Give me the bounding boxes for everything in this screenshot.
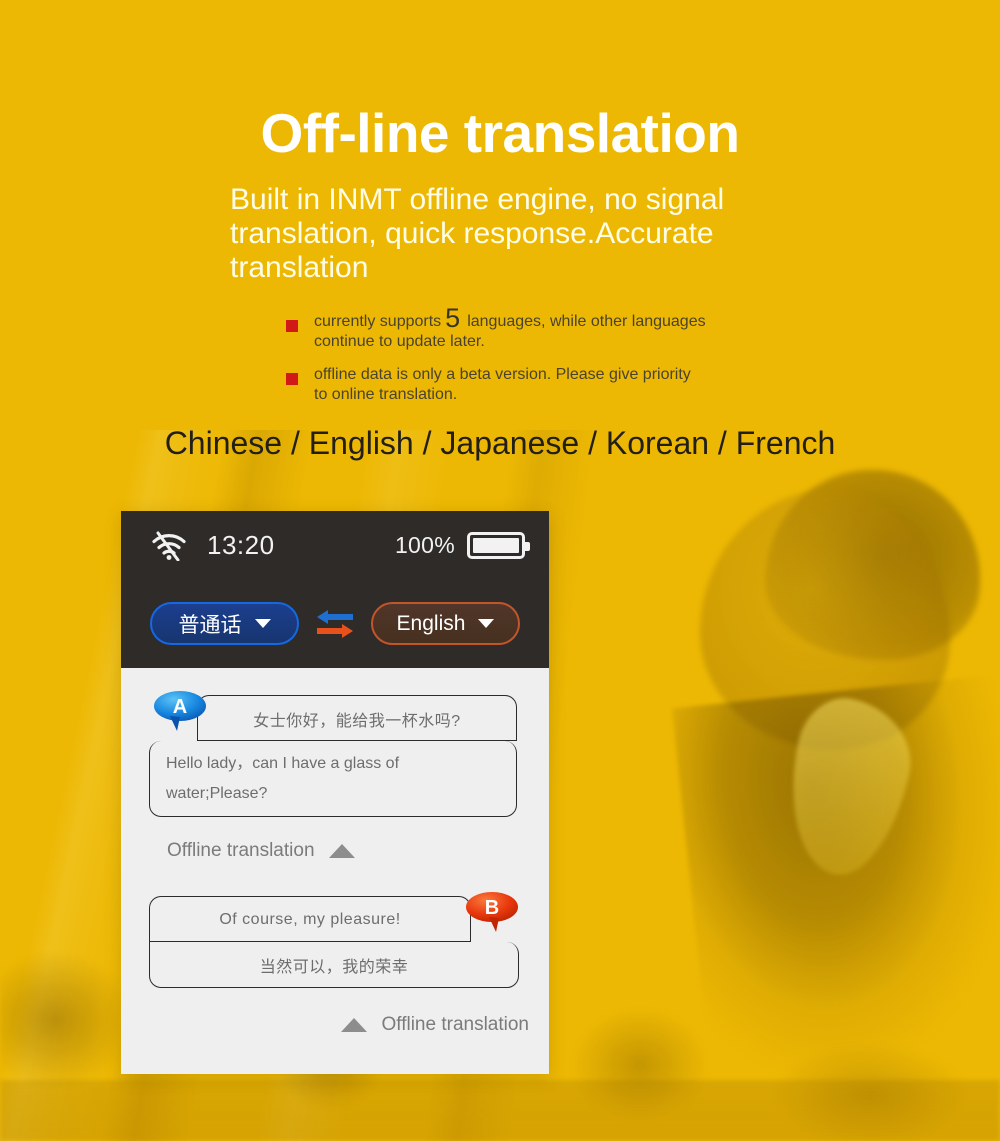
wifi-off-icon [152, 531, 186, 561]
message-a-translation-text: Hello lady，can I have a glass of water;P… [166, 755, 400, 802]
status-bar-right-group: 100% [394, 531, 530, 559]
message-bubble-b: B Of course, my pleasure! 当然可以，我的荣幸 [121, 888, 549, 996]
message-bubble-a: A 女士你好，能给我一杯水吗? Hello lady，can I have a … [121, 690, 549, 832]
page-subtitle: Built in INMT offline engine, no signal … [230, 183, 725, 284]
bullet-text-pre: currently supports [314, 313, 442, 330]
bullet-text: offline data is only a beta version. Ple… [314, 365, 691, 404]
chevron-down-icon [254, 619, 271, 628]
message-b-translation-text: 当然可以，我的荣幸 [259, 958, 409, 976]
message-a-original-text: 女士你好，能给我一杯水吗? [253, 712, 461, 730]
hero-copy: Off-line translation Built in INMT offli… [0, 0, 1000, 284]
target-language-selector[interactable]: English [371, 602, 520, 645]
triangle-up-icon [328, 844, 355, 858]
cabin-floor [0, 1080, 1000, 1141]
conversation-transcript: A 女士你好，能给我一杯水吗? Hello lady，can I have a … [121, 668, 549, 1074]
list-item: offline data is only a beta version. Ple… [286, 365, 706, 406]
chevron-down-icon [478, 619, 495, 628]
supported-language-count: 5 [445, 303, 461, 333]
promo-page: Off-line translation Built in INMT offli… [0, 0, 1000, 1141]
device-screen-mockup: 13:20 100% 普通话 English A 女士你好，能给我一杯水吗? H… [121, 511, 549, 1074]
source-language-label: 普通话 [178, 613, 242, 637]
message-a-divider [197, 740, 517, 741]
target-language-label: English [396, 611, 466, 635]
status-bar-left-group: 13:20 [149, 529, 275, 561]
message-a-offline-footer[interactable]: Offline translation [121, 836, 549, 866]
avatar-a-letter: A [173, 696, 187, 718]
message-a-translation-bubble: Hello lady，can I have a glass of water;P… [149, 741, 517, 817]
avatar-speaker-a: A [154, 691, 206, 731]
message-b-offline-label: Offline translation [381, 1014, 529, 1035]
supported-languages-line: Chinese / English / Japanese / Korean / … [164, 425, 836, 461]
triangle-up-icon [341, 1018, 368, 1032]
message-b-offline-footer[interactable]: Offline translation [121, 1010, 549, 1040]
message-a-original-bubble: 女士你好，能给我一杯水吗? [197, 695, 517, 741]
avatar-speaker-b: B [466, 892, 518, 932]
list-item: currently supports 5 languages, while othe… [286, 305, 706, 353]
source-language-selector[interactable]: 普通话 [150, 602, 299, 645]
message-b-translation-bubble: 当然可以，我的荣幸 [149, 942, 519, 988]
swap-arrows-icon[interactable] [315, 607, 355, 641]
battery-full-icon [467, 531, 530, 559]
language-selector-bar: 普通话 English [121, 579, 549, 668]
bullet-square-icon [286, 372, 298, 385]
bullet-text: currently supports 5 languages, while othe… [314, 305, 706, 353]
message-b-original-bubble: Of course, my pleasure! [149, 896, 471, 942]
feature-bullet-list: currently supports 5 languages, while othe… [286, 305, 706, 418]
message-a-offline-label: Offline translation [167, 840, 315, 861]
message-b-divider [149, 941, 471, 942]
battery-percent-label: 100% [394, 531, 455, 558]
avatar-b-letter: B [485, 897, 499, 919]
bullet-square-icon [286, 320, 298, 332]
message-b-original-text: Of course, my pleasure! [219, 910, 401, 928]
page-title: Off-line translation [260, 102, 740, 164]
status-bar-clock: 13:20 [207, 529, 275, 560]
device-status-bar: 13:20 100% [121, 511, 549, 579]
